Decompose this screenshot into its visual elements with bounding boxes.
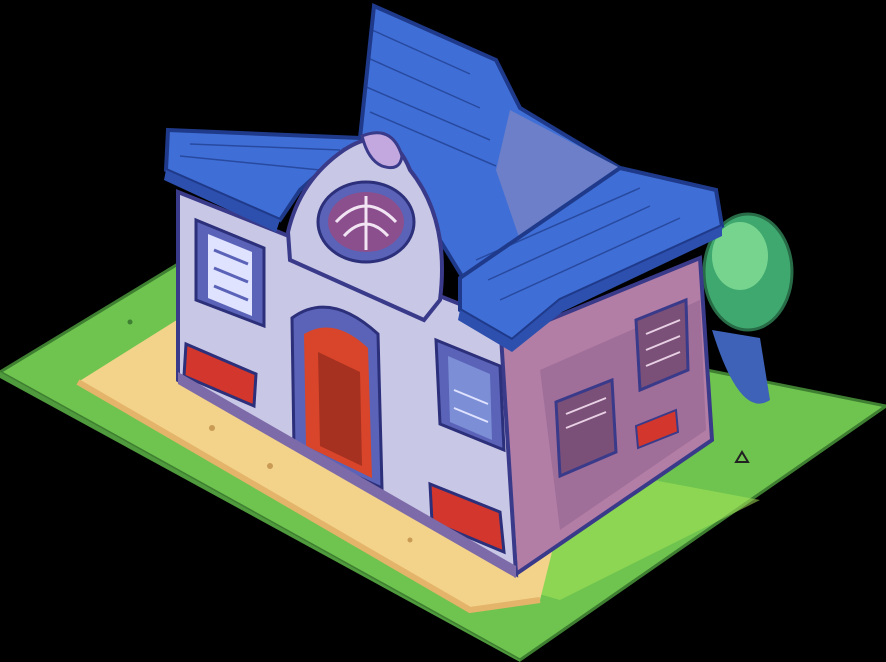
pebble: [267, 463, 273, 469]
pebble: [407, 537, 413, 543]
isometric-house-illustration: [0, 3, 886, 662]
game-scene: [0, 0, 886, 662]
pebble: [209, 425, 215, 431]
pebble: [127, 319, 133, 325]
round-window: [316, 180, 416, 264]
